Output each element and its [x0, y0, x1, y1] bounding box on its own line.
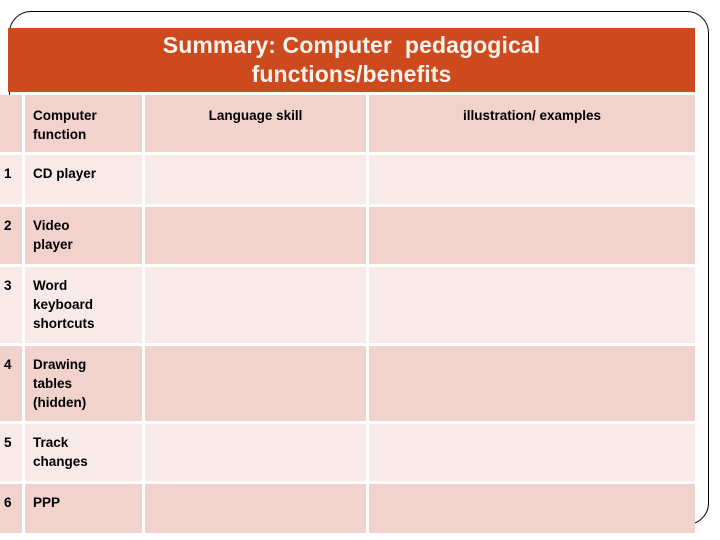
- table-row: 6 PPP: [0, 484, 695, 536]
- slide-canvas: Summary: Computer pedagogical functions/…: [0, 0, 720, 540]
- row-computer-function: Word keyboard shortcuts: [25, 267, 145, 346]
- column-header-language-skill: Language skill: [145, 95, 369, 155]
- row-number: 6: [0, 484, 25, 536]
- row-number: 5: [0, 424, 25, 484]
- row-illustration-examples[interactable]: [369, 346, 695, 424]
- row-illustration-examples[interactable]: [369, 207, 695, 267]
- row-language-skill[interactable]: [145, 424, 369, 484]
- page-title: Summary: Computer pedagogical functions/…: [162, 31, 541, 87]
- summary-table: Computer function Language skill illustr…: [0, 95, 695, 536]
- row-illustration-examples[interactable]: [369, 484, 695, 536]
- row-language-skill[interactable]: [145, 484, 369, 536]
- column-header-computer-function: Computer function: [25, 95, 145, 155]
- row-computer-function: Drawing tables (hidden): [25, 346, 145, 424]
- row-number: 2: [0, 207, 25, 267]
- row-number: 4: [0, 346, 25, 424]
- row-computer-function: Track changes: [25, 424, 145, 484]
- row-computer-function: PPP: [25, 484, 145, 536]
- row-illustration-examples[interactable]: [369, 424, 695, 484]
- row-language-skill[interactable]: [145, 207, 369, 267]
- row-number: 1: [0, 155, 25, 207]
- row-number: 3: [0, 267, 25, 346]
- column-header-illustration-examples: illustration/ examples: [369, 95, 695, 155]
- table-header-row: Computer function Language skill illustr…: [0, 95, 695, 155]
- table-row: 1 CD player: [0, 155, 695, 207]
- row-language-skill[interactable]: [145, 267, 369, 346]
- column-header-number: [0, 95, 25, 155]
- table-row: 5 Track changes: [0, 424, 695, 484]
- row-illustration-examples[interactable]: [369, 267, 695, 346]
- row-language-skill[interactable]: [145, 346, 369, 424]
- row-language-skill[interactable]: [145, 155, 369, 207]
- row-computer-function: Video player: [25, 207, 145, 267]
- table-row: 3 Word keyboard shortcuts: [0, 267, 695, 346]
- row-illustration-examples[interactable]: [369, 155, 695, 207]
- table-row: 2 Video player: [0, 207, 695, 267]
- slide-title-band: Summary: Computer pedagogical functions/…: [8, 28, 695, 92]
- table-row: 4 Drawing tables (hidden): [0, 346, 695, 424]
- row-computer-function: CD player: [25, 155, 145, 207]
